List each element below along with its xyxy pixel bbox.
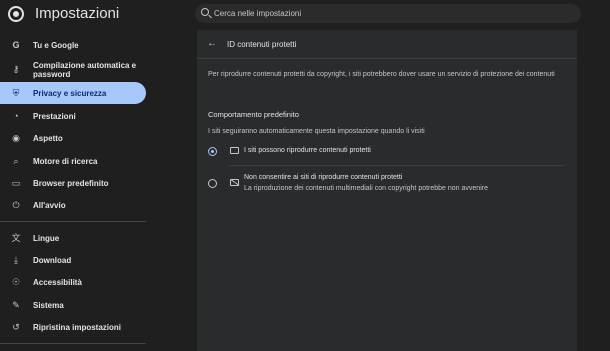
search-icon: ⌕	[13, 156, 19, 166]
chrome-logo-icon	[8, 6, 24, 22]
allow-radio[interactable]	[208, 147, 217, 156]
sidebar-item-label: Aspetto	[33, 133, 63, 143]
download-icon: ⤓	[14, 255, 18, 265]
option-label: I siti possono riprodurre contenuti prot…	[244, 147, 371, 154]
sidebar-item-label: Accessibilità	[33, 277, 82, 287]
section-subtitle: I siti seguiranno automaticamente questa…	[208, 128, 425, 135]
option-divider	[229, 165, 565, 166]
power-icon: ⏻	[12, 200, 20, 210]
sidebar-item-label: Download	[33, 255, 72, 265]
sidebar-divider	[0, 343, 146, 344]
sidebar-item-languages[interactable]: 文 Lingue	[0, 227, 146, 249]
option-sublabel: La riproduzione dei contenuti multimedia…	[244, 185, 488, 192]
panel-description: Per riprodurre contenuti protetti da cop…	[208, 71, 555, 78]
sidebar-item-label: Lingue	[33, 233, 60, 243]
sidebar-item-label: Privacy e sicurezza	[33, 88, 107, 98]
page-title: ID contenuti protetti	[227, 40, 297, 49]
option-label: Non consentire ai siti di riprodurre con…	[244, 174, 403, 181]
section-title: Comportamento predefinito	[208, 110, 299, 119]
sidebar-item-system[interactable]: ✎ Sistema	[0, 294, 146, 316]
top-bar: Impostazioni	[0, 0, 610, 28]
sidebar-item-downloads[interactable]: ⤓ Download	[0, 249, 146, 271]
sidebar-item-label: Prestazioni	[33, 111, 76, 121]
sidebar-item-you-and-google[interactable]: G Tu e Google	[0, 34, 146, 56]
app-title: Impostazioni	[35, 5, 120, 22]
sidebar-item-performance[interactable]: ◔ Prestazioni	[0, 105, 146, 127]
key-icon: ⚷	[12, 64, 20, 74]
reset-icon: ↺	[12, 322, 20, 332]
accessibility-icon: ☉	[11, 277, 21, 287]
back-arrow-icon[interactable]: ←	[207, 39, 217, 49]
sidebar-item-label: Tu e Google	[33, 40, 79, 50]
sidebar-item-autofill[interactable]: ⚷ Compilazione automatica e password	[0, 58, 146, 80]
wrench-icon: ✎	[12, 300, 20, 310]
translate-icon: 文	[11, 233, 21, 243]
palette-icon: ◉	[12, 133, 20, 143]
sidebar-item-label: Sistema	[33, 300, 64, 310]
sidebar-item-privacy[interactable]: ⛨ Privacy e sicurezza	[0, 82, 146, 104]
shield-icon: ⛨	[12, 88, 20, 98]
search-input[interactable]	[214, 4, 574, 23]
sidebar-item-appearance[interactable]: ◉ Aspetto	[0, 127, 146, 149]
speedometer-icon: ◔	[13, 111, 19, 121]
sidebar-item-label: Motore di ricerca	[33, 156, 98, 166]
panel-divider	[197, 58, 577, 59]
search-box[interactable]	[195, 4, 581, 23]
browser-icon: ▭	[11, 178, 21, 188]
google-icon: G	[12, 40, 20, 50]
monitor-blocked-icon	[230, 179, 239, 186]
settings-panel: ← ID contenuti protetti Per riprodurre c…	[197, 30, 577, 351]
sidebar-item-label: All'avvio	[33, 200, 66, 210]
sidebar-item-label: Ripristina impostazioni	[33, 322, 122, 332]
sidebar-item-search-engine[interactable]: ⌕ Motore di ricerca	[0, 150, 146, 172]
monitor-icon	[230, 147, 239, 154]
sidebar-divider	[0, 221, 146, 222]
search-icon	[201, 8, 209, 16]
sidebar-item-label: Compilazione automatica e password	[33, 61, 137, 79]
sidebar-item-default-browser[interactable]: ▭ Browser predefinito	[0, 172, 146, 194]
sidebar-item-accessibility[interactable]: ☉ Accessibilità	[0, 271, 146, 293]
sidebar-item-reset-settings[interactable]: ↺ Ripristina impostazioni	[0, 316, 146, 338]
block-radio[interactable]	[208, 179, 217, 188]
sidebar-item-on-startup[interactable]: ⏻ All'avvio	[0, 194, 146, 216]
sidebar-item-label: Browser predefinito	[33, 178, 109, 188]
